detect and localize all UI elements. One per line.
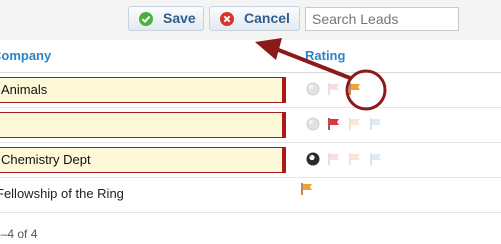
table-row xyxy=(0,108,501,143)
flag-icon[interactable] xyxy=(327,117,341,131)
pagination-summary: 1–4 of 4 xyxy=(0,227,38,241)
table-row: Fellowship of the Ring xyxy=(0,178,501,213)
table-header: Company Rating xyxy=(0,40,501,73)
column-header-rating[interactable]: Rating xyxy=(305,48,345,63)
table-row: Chemistry Dept xyxy=(0,143,501,178)
flag-icon[interactable] xyxy=(369,117,383,131)
search-input[interactable] xyxy=(305,7,459,31)
table-row: Animals xyxy=(0,73,501,108)
flag-icon[interactable] xyxy=(348,152,362,166)
clear-rating-icon[interactable] xyxy=(306,117,320,131)
eight-ball-icon[interactable] xyxy=(306,152,320,166)
company-field[interactable]: Chemistry Dept xyxy=(0,147,286,173)
toolbar: Save Cancel xyxy=(0,0,501,40)
flag-icon[interactable] xyxy=(348,117,362,131)
cancel-icon xyxy=(220,12,234,26)
company-name[interactable]: Fellowship of the Ring xyxy=(0,186,124,201)
check-icon xyxy=(139,12,153,26)
flag-icon[interactable] xyxy=(327,82,341,96)
flag-icon[interactable] xyxy=(327,152,341,166)
flag-icon[interactable] xyxy=(369,152,383,166)
flag-icon[interactable] xyxy=(348,82,362,96)
company-field[interactable]: Animals xyxy=(0,77,286,103)
column-header-company[interactable]: Company xyxy=(0,48,51,63)
clear-rating-icon[interactable] xyxy=(306,82,320,96)
cancel-label: Cancel xyxy=(244,10,290,26)
company-field[interactable] xyxy=(0,112,286,138)
cancel-button[interactable]: Cancel xyxy=(209,6,300,31)
save-button[interactable]: Save xyxy=(128,6,204,31)
flag-icon[interactable] xyxy=(300,182,314,196)
save-label: Save xyxy=(163,10,196,26)
